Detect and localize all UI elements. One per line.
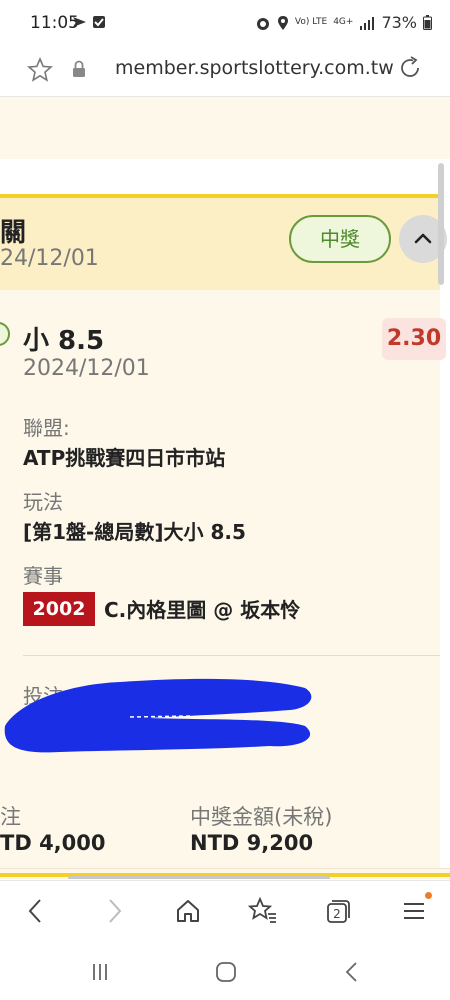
match-label: 賽事: [23, 564, 63, 588]
page-content: 關 24/12/01 中獎 小 8.5 2024/12/01 2.30 聯盟: …: [0, 97, 450, 879]
home-icon: [177, 900, 199, 922]
bet-card-header[interactable]: 關 24/12/01 中獎: [0, 198, 447, 290]
payout-value: NTD 9,200: [190, 831, 314, 855]
forward-button[interactable]: [96, 893, 132, 929]
bookmarks-icon: [247, 896, 276, 923]
selection-title: 小 8.5: [23, 326, 105, 356]
recent-apps-icon[interactable]: [86, 958, 114, 986]
selection-indicator-icon: [0, 322, 10, 346]
status-bar: 11:05 Vo) LTE 4G+ 73%: [0, 0, 450, 46]
home-button[interactable]: [170, 893, 206, 929]
stake-label: 注: [0, 805, 21, 829]
selection-date: 2024/12/01: [23, 356, 150, 381]
network-type: 4G+: [333, 17, 354, 27]
reload-icon[interactable]: [396, 54, 424, 82]
vertical-scrollbar[interactable]: [438, 163, 444, 285]
status-right: Vo) LTE 4G+ 73%: [255, 13, 432, 32]
battery-icon: [423, 15, 432, 30]
payout-label: 中獎金額(未稅): [190, 805, 333, 829]
bookmark-star-icon[interactable]: [26, 56, 54, 84]
notification-icons: [72, 14, 116, 34]
system-nav-bar: [0, 942, 450, 1000]
alarm-icon: [256, 17, 269, 30]
bet-header-date: 24/12/01: [0, 246, 99, 271]
play-value: [第1盤-總局數]大小 8.5: [23, 520, 246, 544]
menu-notification-dot: [425, 892, 432, 899]
top-spacer: [0, 97, 450, 159]
league-value: ATP挑戰賽四日市市站: [23, 446, 226, 470]
odds-badge: 2.30: [382, 318, 446, 360]
signal-icon: [360, 16, 375, 30]
tabs-button[interactable]: 2: [320, 893, 356, 929]
match-number: 2002: [23, 592, 95, 626]
back-nav-icon[interactable]: [338, 958, 366, 986]
address-bar: member.sportslottery.com.tw: [0, 46, 450, 97]
location-icon: [277, 15, 288, 30]
play-label: 玩法: [23, 490, 63, 514]
battery-percent: 73%: [381, 13, 417, 32]
volte-label: Vo) LTE: [294, 17, 328, 27]
horizontal-scrollbar[interactable]: [68, 876, 330, 879]
summary-row: 注 TD 4,000 中獎金額(未稅) NTD 9,200: [0, 767, 450, 877]
chevron-up-icon: [414, 233, 432, 244]
lock-icon: [73, 60, 85, 77]
forward-icon: [109, 899, 122, 923]
tabs-icon: 2: [327, 900, 350, 923]
match-name: C.內格里圖 @ 坂本怜: [104, 598, 301, 622]
home-nav-icon[interactable]: [212, 958, 240, 986]
back-icon: [28, 899, 41, 923]
redaction-scribble: [4, 678, 312, 753]
stake-value: TD 4,000: [0, 831, 106, 855]
bookmarks-button[interactable]: [245, 893, 281, 929]
section-divider: [23, 655, 440, 656]
browser-toolbar: 2: [0, 880, 450, 943]
league-label: 聯盟:: [23, 416, 70, 440]
status-badge: 中獎: [289, 215, 391, 263]
url-text[interactable]: member.sportslottery.com.tw: [115, 57, 394, 79]
bet-type-title: 關: [0, 218, 27, 248]
send-icon: [73, 16, 105, 28]
tabs-count: 2: [333, 907, 341, 921]
back-button[interactable]: [18, 893, 54, 929]
